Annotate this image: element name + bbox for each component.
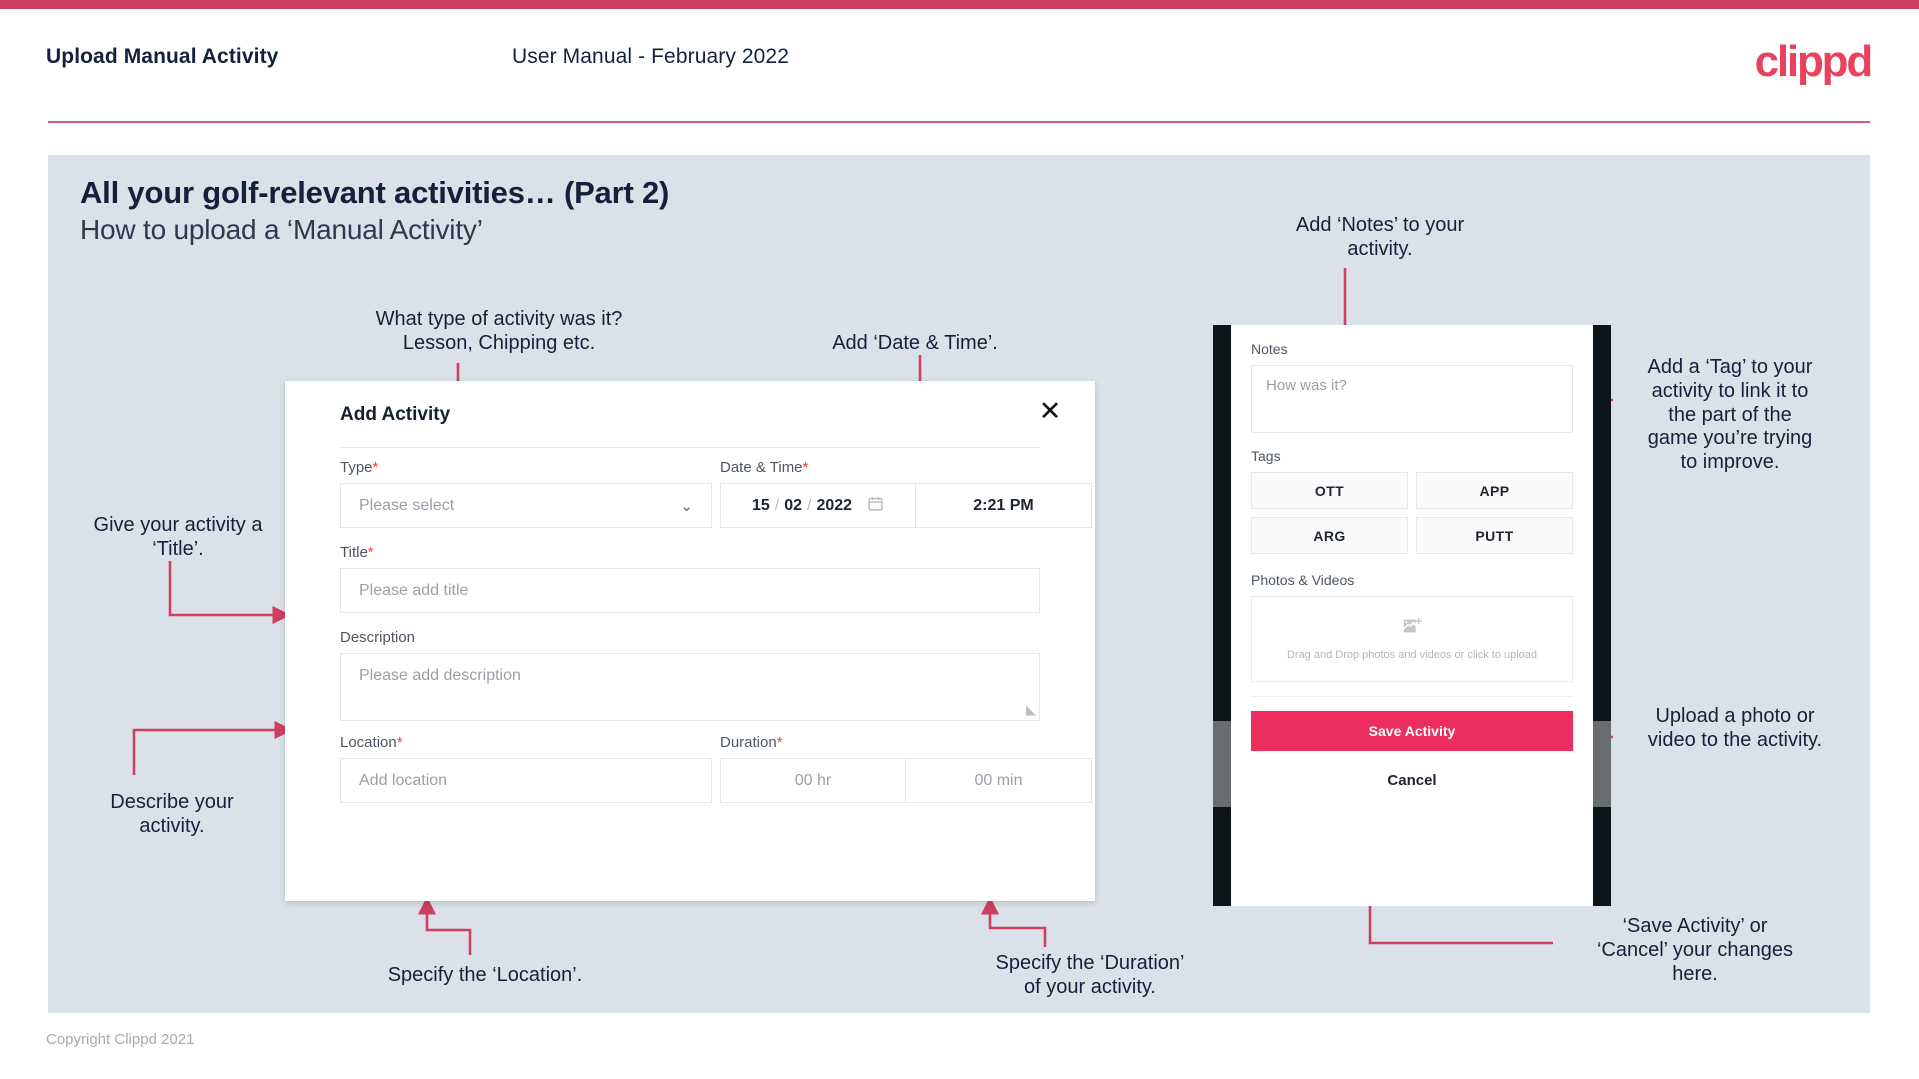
required-asterisk: * xyxy=(372,459,379,476)
dialog-header-divider xyxy=(340,447,1040,448)
tags-label: Tags xyxy=(1251,448,1281,464)
header-divider xyxy=(48,121,1870,123)
field-title-label: Title* xyxy=(340,544,374,561)
tags-grid: OTT APP ARG PUTT xyxy=(1251,472,1573,554)
notes-placeholder: How was it? xyxy=(1266,377,1347,394)
clippd-logo: clippd xyxy=(1754,37,1874,86)
required-asterisk: * xyxy=(776,734,783,751)
slide-title: All your golf-relevant activities… (Part… xyxy=(80,175,670,210)
calendar-icon[interactable] xyxy=(867,495,884,517)
add-image-icon xyxy=(1401,615,1423,642)
field-description-label: Description xyxy=(340,629,416,646)
type-select-placeholder: Please select xyxy=(359,496,455,514)
add-activity-dialog: Add Activity ✕ Type* Please select ⌄ Dat… xyxy=(285,381,1095,901)
slide-page: Upload Manual Activity User Manual - Feb… xyxy=(0,0,1919,1079)
tag-ott[interactable]: OTT xyxy=(1251,472,1408,509)
date-day: 15 xyxy=(751,496,770,514)
phone-divider xyxy=(1251,696,1573,697)
tag-putt[interactable]: PUTT xyxy=(1416,517,1573,554)
location-input-placeholder: Add location xyxy=(359,771,448,789)
field-datetime-label: Date & Time* xyxy=(720,459,809,476)
callout-location: Specify the ‘Location’. xyxy=(387,964,583,986)
date-sep-1: / xyxy=(774,496,780,514)
phone-screen: Notes How was it? Tags OTT APP ARG PUTT … xyxy=(1231,325,1593,906)
date-input[interactable]: 15 / 02 / 2022 xyxy=(720,483,916,528)
description-placeholder: Please add description xyxy=(359,667,521,684)
field-duration: Duration* 00 hr 00 min xyxy=(720,734,1092,803)
callout-save-cancel: ‘Save Activity’ or ‘Cancel’ your changes… xyxy=(1596,915,1794,985)
required-asterisk: * xyxy=(367,544,374,561)
save-activity-button[interactable]: Save Activity xyxy=(1251,711,1573,751)
callout-datetime: Add ‘Date & Time’. xyxy=(832,332,998,354)
field-location: Location* Add location xyxy=(340,734,712,803)
chevron-down-icon: ⌄ xyxy=(680,497,693,515)
date-year: 2022 xyxy=(816,496,853,514)
title-input[interactable]: Please add title xyxy=(340,568,1040,613)
callout-type: What type of activity was it? Lesson, Ch… xyxy=(375,308,623,354)
phone-frame-left xyxy=(1213,325,1231,906)
date-month: 02 xyxy=(784,496,802,514)
manual-version-label: User Manual - February 2022 xyxy=(512,45,789,68)
callout-duration: Specify the ‘Duration’ of your activity. xyxy=(995,952,1185,998)
top-accent-bar xyxy=(0,0,1919,9)
time-input[interactable]: 2:21 PM xyxy=(916,483,1092,528)
field-type: Type* Please select ⌄ xyxy=(340,459,712,528)
close-icon[interactable]: ✕ xyxy=(1033,394,1067,428)
resize-grip-icon[interactable]: ◢ xyxy=(1026,702,1036,718)
callout-title: Give your activity a ‘Title’. xyxy=(93,514,263,560)
photos-videos-label: Photos & Videos xyxy=(1251,572,1355,588)
description-textarea[interactable]: Please add description ◢ xyxy=(340,653,1040,721)
dialog-header: Add Activity ✕ xyxy=(285,381,1095,449)
scrollbar-thumb-left[interactable] xyxy=(1213,721,1231,807)
field-title: Title* Please add title xyxy=(340,544,1040,613)
scrollbar-thumb-right[interactable] xyxy=(1593,721,1611,807)
notes-label: Notes xyxy=(1251,341,1288,357)
title-input-placeholder: Please add title xyxy=(359,581,469,599)
field-datetime: Date & Time* 15 / 02 / 2022 2:21 PM xyxy=(720,459,1092,528)
footer-copyright: Copyright Clippd 2021 xyxy=(46,1031,195,1048)
phone-frame-right xyxy=(1593,325,1611,906)
date-sep-2: / xyxy=(807,496,812,514)
tag-app[interactable]: APP xyxy=(1416,472,1573,509)
duration-hours-input[interactable]: 00 hr xyxy=(720,758,906,803)
phone-mockup: Notes How was it? Tags OTT APP ARG PUTT … xyxy=(1213,325,1611,906)
callout-upload: Upload a photo or video to the activity. xyxy=(1647,705,1823,751)
field-location-label: Location* xyxy=(340,734,403,751)
page-title: Upload Manual Activity xyxy=(46,45,279,68)
field-description: Description Please add description ◢ xyxy=(340,629,1040,721)
required-asterisk: * xyxy=(802,459,809,476)
cancel-button[interactable]: Cancel xyxy=(1251,772,1573,789)
field-duration-label: Duration* xyxy=(720,734,783,751)
callout-notes: Add ‘Notes’ to your activity. xyxy=(1295,214,1465,260)
dropzone-text: Drag and Drop photos and videos or click… xyxy=(1286,648,1538,661)
dialog-title: Add Activity xyxy=(340,404,451,425)
type-select[interactable]: Please select ⌄ xyxy=(340,483,712,528)
duration-minutes-input[interactable]: 00 min xyxy=(906,758,1092,803)
photo-dropzone[interactable]: Drag and Drop photos and videos or click… xyxy=(1251,596,1573,682)
tag-arg[interactable]: ARG xyxy=(1251,517,1408,554)
slide-subtitle: How to upload a ‘Manual Activity’ xyxy=(80,214,483,245)
location-input[interactable]: Add location xyxy=(340,758,712,803)
notes-textarea[interactable]: How was it? xyxy=(1251,365,1573,433)
callout-description: Describe your activity. xyxy=(110,791,234,837)
required-asterisk: * xyxy=(396,734,403,751)
callout-tags: Add a ‘Tag’ to your activity to link it … xyxy=(1647,356,1813,474)
field-type-label: Type* xyxy=(340,459,379,476)
